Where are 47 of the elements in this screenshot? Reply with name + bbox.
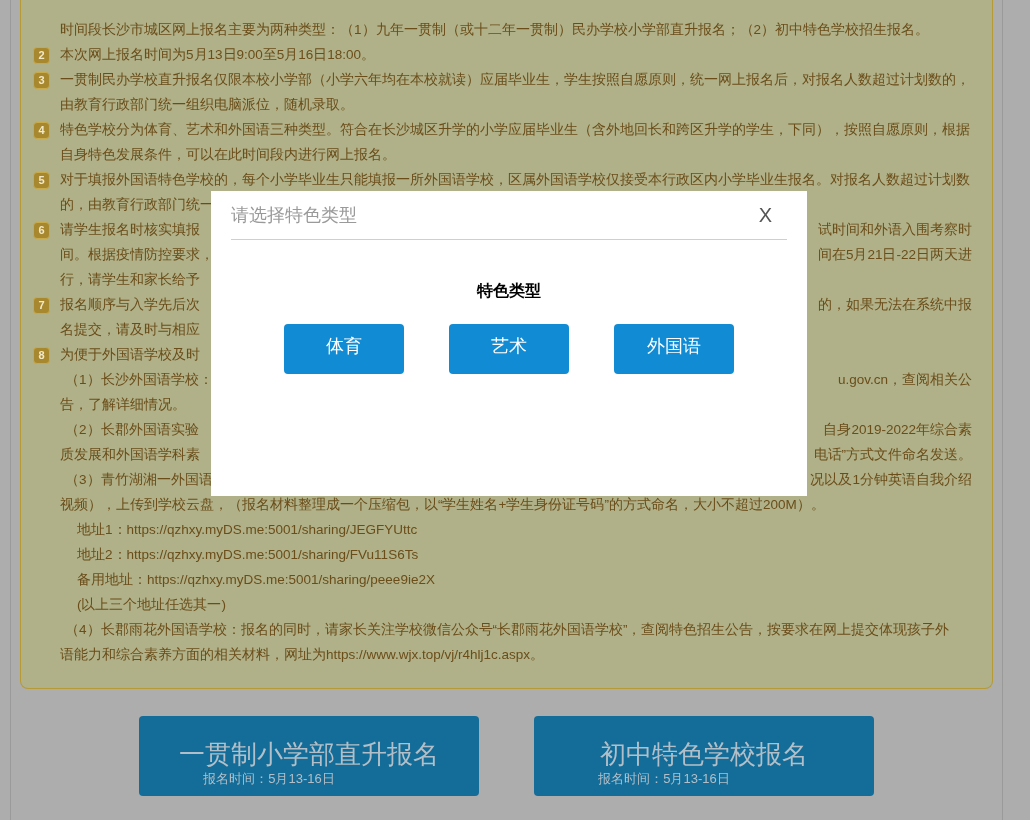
option-button[interactable]: 外国语 [614, 324, 734, 374]
notice-text: 自身2019-2022年综合素 [823, 421, 972, 440]
notice-text: 地址2：https://qzhxy.myDS.me:5001/sharing/FVu11S6Ts [77, 546, 419, 565]
notice-text: 地址1：https://qzhxy.myDS.me:5001/sharing/JEGFYUttc [77, 521, 418, 540]
notice-text: 间在5月21日-22日两天进 [817, 246, 972, 265]
notice-text: 视频），上传到学校云盘，（报名材料整理成一个压缩包，以“学生姓名+学生身份证号码”的方式命名，大小不超过200M）。 [60, 496, 825, 515]
dialog-title: 请选择特色类型 [231, 203, 357, 227]
notice-text: （4）长郡雨花外国语学校：报名的同时，请家长关注学校微信公众号“长郡雨花外国语学校”，查阅特色招生公告，按要求在网上提交体现孩子外 [65, 621, 950, 640]
notice-text: 语能力和综合素养方面的相关材料，网址为https://www.wjx.top/vj/r4hlj1c.aspx。 [60, 646, 545, 665]
notice-text: 名提交，请及时与相应 [60, 321, 200, 340]
dialog-heading: 特色类型 [477, 281, 541, 301]
notice-text: （2）长郡外国语实验 [65, 421, 199, 440]
number-badge: 7 [33, 297, 50, 314]
option-button[interactable]: 体育 [284, 324, 404, 374]
notice-text: （3）青竹湖湘一外国语 [65, 471, 213, 490]
notice-text: 由教育行政部门统一组织电脑派位，随机录取。 [60, 96, 354, 115]
number-badge: 6 [33, 222, 50, 239]
notice-text: 特色学校分为体育、艺术和外国语三种类型。符合在长沙城区升学的小学应届毕业生（含外地回长和跨区升学的学生，下同），按照自愿原则，根据 [60, 121, 970, 140]
notice-text: 对于填报外国语特色学校的，每个小学毕业生只能填报一所外国语学校，区属外国语学校仅接受本行政区内小学毕业生报名。对报名人数超过计划数 [60, 171, 970, 190]
notice-text: 请学生报名时核实填报 [60, 221, 200, 240]
number-badge: 4 [33, 122, 50, 139]
number-badge: 2 [33, 47, 50, 64]
notice-text: 一贯制民办学校直升报名仅限本校小学部（小学六年均在本校就读）应届毕业生，学生按照自愿原则，统一网上报名后，对报名人数超过计划数的， [60, 71, 970, 90]
notice-text: 时间段长沙市城区网上报名主要为两种类型：（1）九年一贯制（或十二年一贯制）民办学校小学部直升报名；（2）初中特色学校招生报名。 [60, 21, 930, 40]
close-button[interactable]: X [758, 200, 772, 230]
notice-text: 试时间和外语入围考察时 [818, 221, 972, 240]
option-button[interactable]: 艺术 [449, 324, 569, 374]
notice-text: 自身特色发展条件，可以在此时间段内进行网上报名。 [60, 146, 396, 165]
notice-text: u.gov.cn，查阅相关公 [837, 371, 972, 390]
notice-text: 告，了解详细情况。 [60, 396, 186, 415]
notice-text: 的，如果无法在系统中报 [818, 296, 972, 315]
notice-text: (以上三个地址任选其一) [77, 596, 226, 615]
notice-text: 间。根据疫情防控要求， [60, 246, 214, 265]
notice-text: 备用地址：https://qzhxy.myDS.me:5001/sharing/peee9ie2X [77, 571, 435, 590]
notice-text: 行，请学生和家长给予 [60, 271, 200, 290]
notice-text: 本次网上报名时间为5月13日9:00至5月16日18:00。 [60, 46, 376, 65]
number-badge: 5 [33, 172, 50, 189]
number-badge: 8 [33, 347, 50, 364]
number-badge: 3 [33, 72, 50, 89]
notice-text: 质发展和外国语学科素 [60, 446, 200, 465]
notice-text: 况以及1分钟英语自我介绍 [810, 471, 972, 490]
notice-text: 电话”方式文件命名发送。 [813, 446, 972, 465]
notice-text: 为便于外国语学校及时 [60, 346, 200, 365]
signup-button[interactable]: 初中特色学校报名 报名时间：5月13-16日 [534, 716, 874, 796]
signup-button[interactable]: 一贯制小学部直升报名 报名时间：5月13-16日 [139, 716, 479, 796]
notice-text: 报名顺序与入学先后次 [60, 296, 200, 315]
notice-text: （1）长沙外国语学校： [65, 371, 213, 390]
